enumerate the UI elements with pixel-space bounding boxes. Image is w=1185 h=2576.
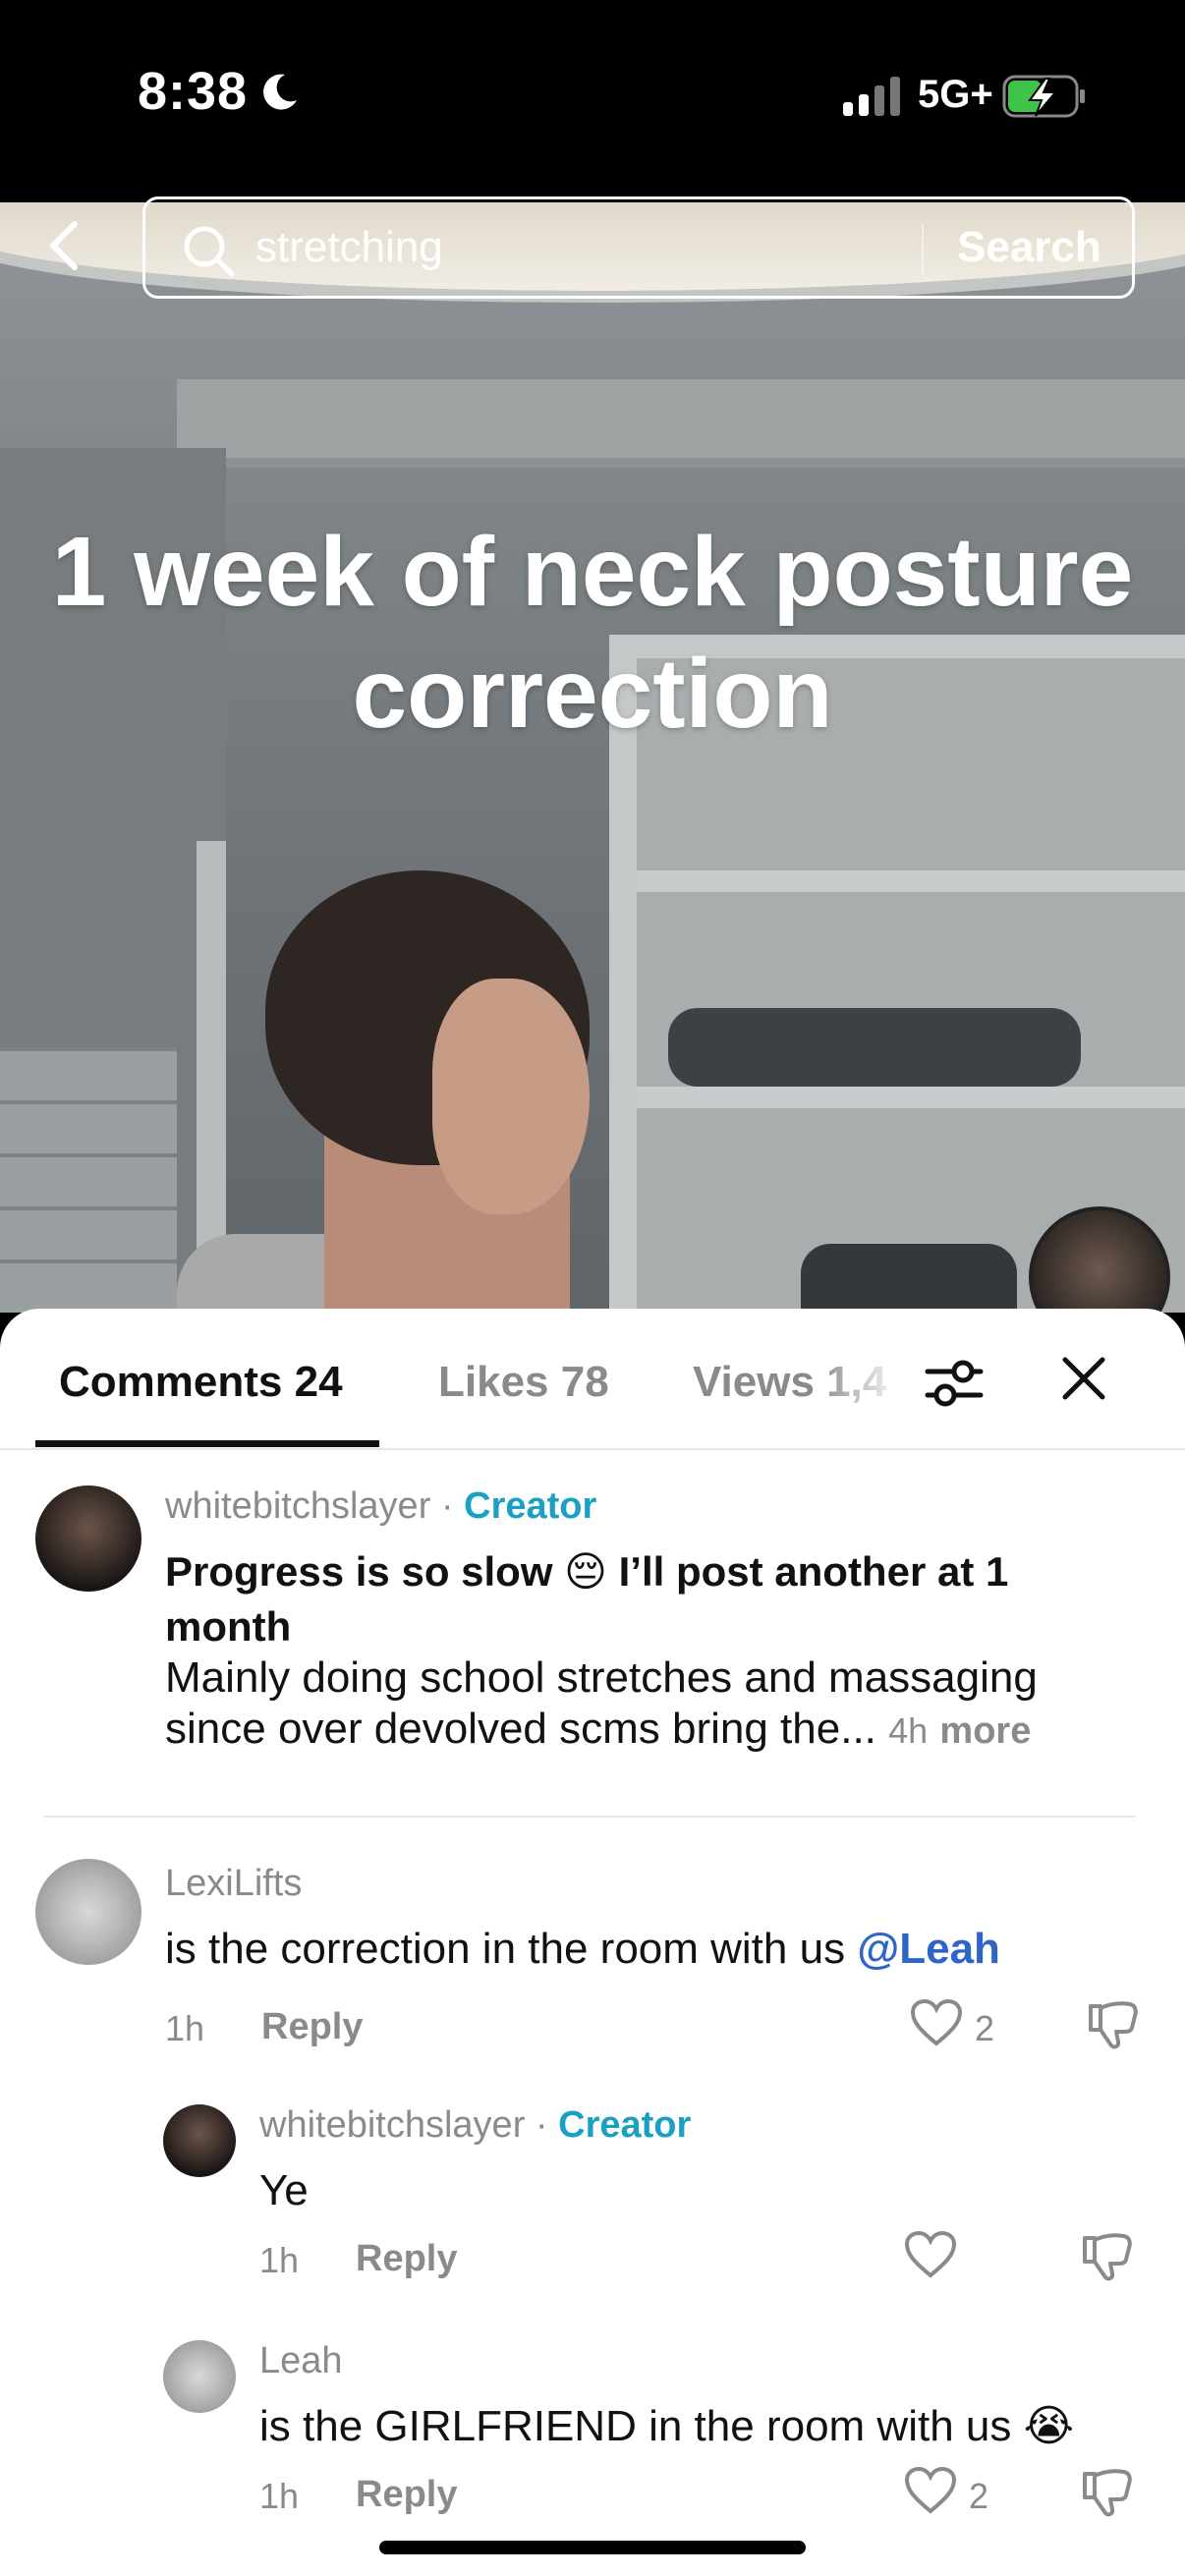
- comment-username[interactable]: whitebitchslayer · Creator: [165, 1485, 596, 1528]
- comments-sheet: Comments 24 Likes 78 Views 1,4 whitebitc…: [0, 1309, 1185, 2576]
- search-button[interactable]: Search: [957, 223, 1101, 272]
- back-icon[interactable]: [39, 218, 94, 273]
- video-caption: 1 week of neck posture correction: [51, 517, 1134, 749]
- comment-username[interactable]: LexiLifts: [165, 1863, 302, 1905]
- battery-charging-icon: [1002, 75, 1087, 123]
- comment-time: 1h: [259, 2240, 300, 2280]
- reply-button[interactable]: Reply: [356, 2474, 457, 2516]
- filter-icon[interactable]: [924, 1352, 985, 1413]
- dislike-icon[interactable]: [1081, 2230, 1134, 2288]
- dislike-icon[interactable]: [1087, 1998, 1140, 2056]
- creator-badge: Creator: [464, 1485, 597, 1527]
- avatar[interactable]: [35, 1859, 141, 1965]
- like-count: 2: [969, 2476, 989, 2516]
- comment-tabs: Comments 24 Likes 78 Views 1,4: [0, 1309, 1185, 1450]
- reply-button[interactable]: Reply: [356, 2238, 457, 2280]
- avatar[interactable]: [163, 2104, 236, 2177]
- search-input[interactable]: stretching Search: [142, 196, 1135, 299]
- heart-icon[interactable]: [904, 2230, 957, 2284]
- avatar[interactable]: [35, 1485, 141, 1592]
- network-type: 5G+: [918, 73, 993, 116]
- like-count: 2: [975, 2008, 995, 2048]
- comment-subtext: Mainly doing school stretches and massag…: [165, 1653, 1038, 1753]
- heart-icon[interactable]: [904, 2466, 957, 2520]
- search-icon: [181, 223, 236, 283]
- tab-likes[interactable]: Likes 78: [438, 1358, 609, 1407]
- status-bar: 8:38 5G+: [0, 0, 1185, 202]
- comment-item: LexiLifts is the correction in the room …: [0, 1839, 1185, 2065]
- comment-username[interactable]: Leah: [259, 2340, 343, 2382]
- dislike-icon[interactable]: [1081, 2466, 1134, 2524]
- heart-icon[interactable]: [910, 1998, 963, 2052]
- active-tab-indicator: [35, 1440, 379, 1447]
- video-player[interactable]: [0, 202, 1185, 1313]
- more-link[interactable]: more: [939, 1710, 1031, 1752]
- comment-time: 1h: [165, 2008, 205, 2048]
- moon-icon: [257, 71, 301, 119]
- comment-text: is the GIRLFRIEND in the room with us 😭: [259, 2402, 1074, 2450]
- comment-text: Ye: [259, 2166, 309, 2214]
- comment-item: whitebitchslayer · Creator Progress is s…: [0, 1456, 1185, 1753]
- comment-text: is the correction in the room with us @L…: [165, 1925, 1000, 1973]
- comment-reply-item: Leah is the GIRLFRIEND in the room with …: [0, 2330, 1185, 2556]
- search-query: stretching: [255, 223, 443, 271]
- signal-icon: [843, 77, 906, 121]
- reply-button[interactable]: Reply: [261, 2006, 363, 2048]
- avatar[interactable]: [163, 2340, 236, 2413]
- tab-comments[interactable]: Comments 24: [59, 1358, 343, 1407]
- search-bar: stretching Search: [0, 196, 1185, 305]
- comment-reply-item: whitebitchslayer · Creator Ye 1h Reply: [0, 2095, 1185, 2321]
- close-icon[interactable]: [1059, 1354, 1108, 1403]
- home-indicator: [379, 2541, 806, 2554]
- comment-time: 1h: [259, 2476, 300, 2516]
- status-time: 8:38: [138, 62, 249, 121]
- comment-username[interactable]: whitebitchslayer · Creator: [259, 2104, 691, 2147]
- comment-text: Progress is so slow 😔 I’ll post another …: [165, 1548, 1009, 1650]
- creator-badge: Creator: [558, 2104, 692, 2146]
- mention-link[interactable]: @Leah: [857, 1925, 1000, 1973]
